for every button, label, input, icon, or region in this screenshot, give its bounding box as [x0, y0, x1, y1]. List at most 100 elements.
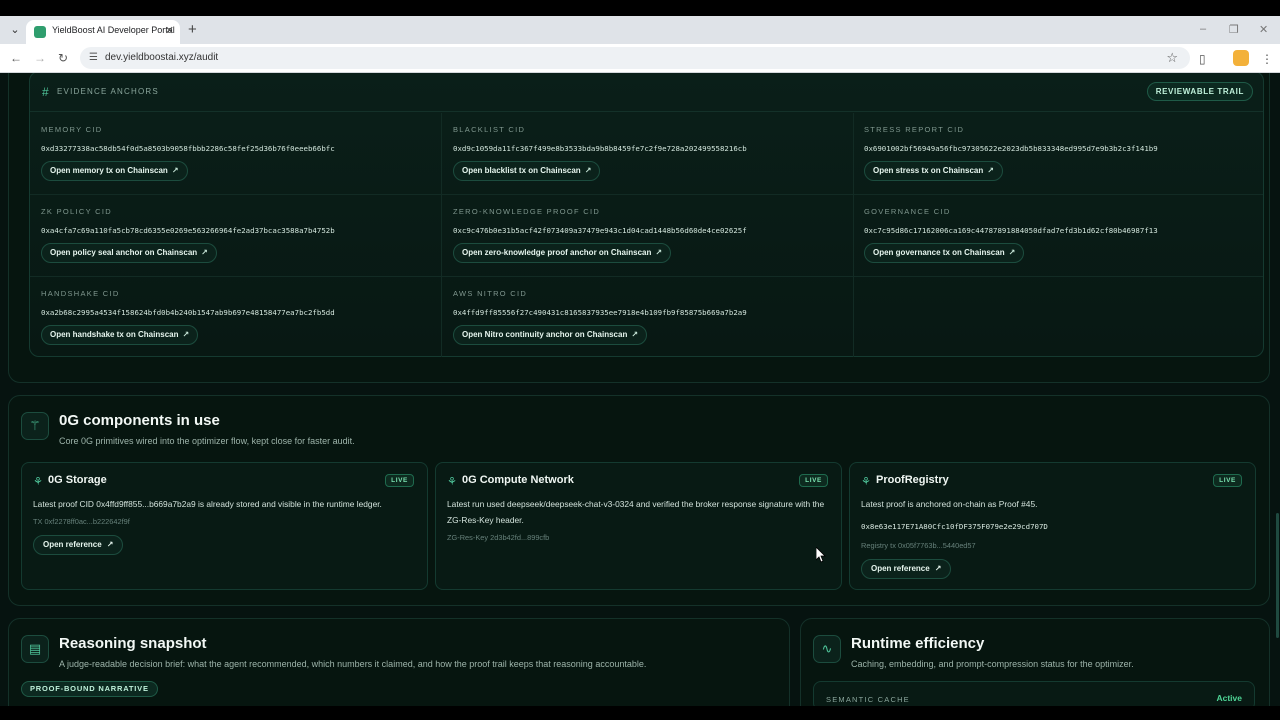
components-section: ⚚ 0G components in use Core 0G primitive… — [8, 395, 1270, 606]
open-reference-button[interactable]: Open reference ↗ — [861, 559, 952, 579]
component-description: Latest proof CID 0x4ffd9ff855...b669a7b2… — [33, 499, 382, 509]
live-badge: LIVE — [385, 474, 414, 487]
anchor-cid: 0xa4cfa7c69a110fa5cb78cd6355e0269e563266… — [41, 226, 335, 235]
anchor-label: GOVERNANCE CID — [864, 207, 951, 216]
external-link-icon: ↗ — [171, 166, 179, 175]
anchor-cid: 0x6901002bf56949a56fbc97305622e2023db5b8… — [864, 144, 1158, 153]
browser-tabstrip: ⌄ YieldBoost AI Developer Portal ✕ + – ❐… — [0, 16, 1280, 44]
anchor-cid: 0xa2b68c2995a4534f158624bfd0b4b240b1547a… — [41, 308, 335, 317]
restore-icon[interactable]: ❐ — [1229, 23, 1239, 36]
component-tx: TX 0xf2278ff0ac...b222642f9f — [33, 517, 130, 526]
open-governance-tx-link[interactable]: Open governance tx on Chainscan ↗ — [864, 243, 1025, 263]
reload-icon[interactable]: ↻ — [58, 51, 68, 65]
anchor-label: AWS NITRO CID — [453, 289, 528, 298]
reasoning-title: Reasoning snapshot — [59, 635, 207, 652]
site-info-icon[interactable]: ☰ — [89, 52, 98, 63]
back-icon[interactable]: ← — [10, 51, 22, 65]
component-name: 0G Storage — [48, 474, 107, 486]
reasoning-section: ▤ Reasoning snapshot A judge-readable de… — [8, 618, 790, 706]
link-label: Open stress tx on Chainscan — [873, 166, 984, 175]
url-text[interactable]: dev.yieldboostai.xyz/audit — [105, 52, 218, 63]
extensions-icon[interactable]: ▯ — [1199, 52, 1206, 66]
open-policy-seal-link[interactable]: Open policy seal anchor on Chainscan ↗ — [41, 243, 217, 263]
document-icon: ▤ — [21, 635, 49, 663]
open-nitro-anchor-link[interactable]: Open Nitro continuity anchor on Chainsca… — [453, 325, 648, 345]
anchor-cid: 0xd33277338ac58db54f0d5a8503b9058fbbb228… — [41, 144, 335, 153]
anchor-cell-aws-nitro: AWS NITRO CID 0x4ffd9ff85556f27c490431c8… — [442, 277, 853, 359]
bookmark-star-icon[interactable]: ☆ — [1166, 50, 1178, 66]
minimize-icon[interactable]: – — [1200, 23, 1206, 35]
external-link-icon: ↗ — [631, 330, 639, 339]
registry-tx: Registry tx 0x05f7763b...5440ed57 — [861, 541, 976, 550]
components-title: 0G components in use — [59, 412, 220, 429]
address-bar[interactable]: ☰ dev.yieldboostai.xyz/audit ☆ — [80, 47, 1190, 69]
component-card-proofregistry: ⚘ ProofRegistry LIVE Latest proof is anc… — [849, 462, 1256, 590]
link-label: Open zero-knowledge proof anchor on Chai… — [462, 248, 652, 257]
browser-toolbar: ← → ↻ ☰ dev.yieldboostai.xyz/audit ☆ ▯ ⋮ — [0, 44, 1280, 73]
link-label: Open Nitro continuity anchor on Chainsca… — [462, 330, 628, 339]
tab-search-chevron-icon[interactable]: ⌄ — [6, 21, 24, 39]
live-badge: LIVE — [1213, 474, 1242, 487]
new-tab-icon[interactable]: + — [188, 21, 197, 38]
anchor-label: MEMORY CID — [41, 125, 103, 134]
activity-pulse-icon: ∿ — [813, 635, 841, 663]
external-link-icon: ↗ — [201, 248, 208, 257]
button-label: Open reference — [43, 540, 102, 549]
evidence-anchors-card: # EVIDENCE ANCHORS REVIEWABLE TRAIL MEMO… — [29, 73, 1264, 357]
hash-icon: # — [42, 85, 49, 99]
proof-bound-badge: PROOF-BOUND NARRATIVE — [21, 681, 158, 697]
anchor-cid: 0xc9c476b0e31b5acf42f073409a37479e943c1d… — [453, 226, 747, 235]
components-subtitle: Core 0G primitives wired into the optimi… — [59, 436, 355, 446]
favicon-icon — [34, 26, 46, 38]
mouse-cursor-icon — [816, 547, 826, 563]
tab-close-icon[interactable]: ✕ — [165, 24, 174, 37]
external-link-icon: ↗ — [655, 248, 663, 257]
anchor-cell-stress: STRESS REPORT CID 0x6901002bf56949a56fbc… — [853, 113, 1264, 195]
link-label: Open memory tx on Chainscan — [50, 166, 168, 175]
anchor-cell-zk-policy: ZK POLICY CID 0xa4cfa7c69a110fa5cb78cd63… — [30, 195, 441, 277]
external-link-icon: ↗ — [584, 166, 592, 175]
browser-menu-icon[interactable]: ⋮ — [1261, 52, 1273, 66]
cache-label: SEMANTIC CACHE — [826, 695, 910, 704]
arrow-up-right-icon: ↗ — [934, 564, 942, 573]
open-handshake-tx-link[interactable]: Open handshake tx on Chainscan ↗ — [41, 325, 199, 345]
runtime-section: ∿ Runtime efficiency Caching, embedding,… — [800, 618, 1270, 706]
link-label: Open policy seal anchor on Chainscan — [50, 248, 198, 257]
anchor-cid: 0xd9c1059da11fc367f499e8b3533bda9b8b8459… — [453, 144, 747, 153]
screen-bottom-border — [0, 706, 1280, 720]
external-link-icon: ↗ — [1008, 248, 1016, 257]
open-blacklist-tx-link[interactable]: Open blacklist tx on Chainscan ↗ — [453, 161, 601, 181]
link-label: Open blacklist tx on Chainscan — [462, 166, 581, 175]
compute-node-icon: ⚘ — [447, 476, 457, 488]
component-name: ProofRegistry — [876, 474, 949, 486]
cache-status: Active — [1216, 693, 1242, 703]
open-reference-button[interactable]: Open reference ↗ — [33, 535, 124, 555]
evidence-section: # EVIDENCE ANCHORS REVIEWABLE TRAIL MEMO… — [8, 73, 1270, 383]
open-memory-tx-link[interactable]: Open memory tx on Chainscan ↗ — [41, 161, 188, 181]
anchor-label: ZK POLICY CID — [41, 207, 112, 216]
tab-title: YieldBoost AI Developer Portal — [52, 25, 175, 35]
component-card-compute: ⚘ 0G Compute Network LIVE Latest run use… — [435, 462, 842, 590]
anchor-label: ZERO-KNOWLEDGE PROOF CID — [453, 207, 601, 216]
arrow-up-right-icon: ↗ — [106, 540, 114, 549]
evidence-anchors-title: EVIDENCE ANCHORS — [57, 87, 159, 96]
anchor-cell-governance: GOVERNANCE CID 0xc7c95d86c17162006ca169c… — [853, 195, 1264, 277]
open-zk-proof-link[interactable]: Open zero-knowledge proof anchor on Chai… — [453, 243, 672, 263]
window-close-icon[interactable]: ✕ — [1259, 23, 1268, 36]
button-label: Open reference — [871, 564, 930, 573]
profile-avatar[interactable] — [1233, 50, 1249, 66]
open-stress-tx-link[interactable]: Open stress tx on Chainscan ↗ — [864, 161, 1003, 181]
anchor-cell-handshake: HANDSHAKE CID 0xa2b68c2995a4534f158624bf… — [30, 277, 441, 359]
live-badge: LIVE — [799, 474, 828, 487]
anchor-label: BLACKLIST CID — [453, 125, 526, 134]
external-link-icon: ↗ — [182, 330, 190, 339]
page-scrollbar[interactable] — [1276, 513, 1279, 638]
browser-tab[interactable]: YieldBoost AI Developer Portal ✕ — [26, 20, 180, 44]
link-label: Open governance tx on Chainscan — [873, 248, 1005, 257]
anchor-cid: 0x4ffd9ff85556f27c490431c8165837935ee791… — [453, 308, 747, 317]
page-content: # EVIDENCE ANCHORS REVIEWABLE TRAIL MEMO… — [0, 73, 1280, 706]
component-name: 0G Compute Network — [462, 474, 574, 486]
network-nodes-icon: ⚚ — [21, 412, 49, 440]
forward-icon[interactable]: → — [34, 51, 46, 65]
component-key: ZG-Res-Key 2d3b42fd...899cfb — [447, 533, 550, 542]
